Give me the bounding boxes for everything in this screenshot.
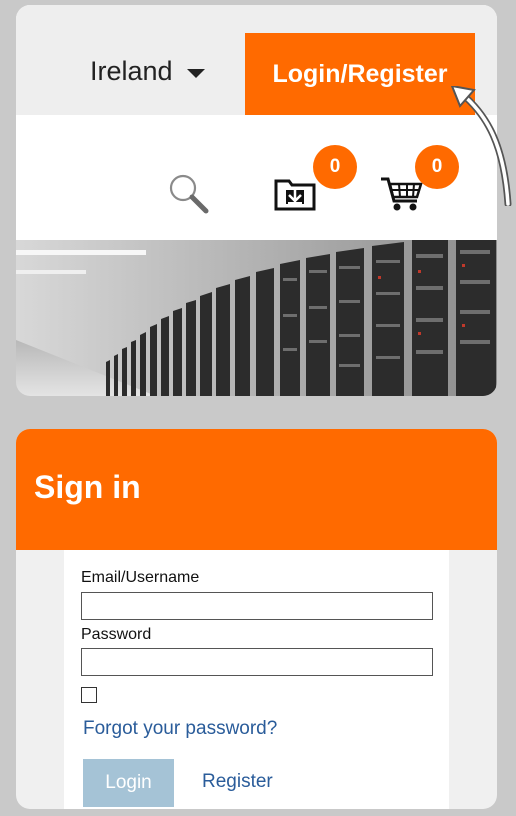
page: Ireland Login/Register 0 0 Sign in Email… [0,0,516,816]
country-selector[interactable]: Ireland [90,56,205,87]
header-bar: Ireland Login/Register [16,5,497,115]
search-icon[interactable] [166,171,212,217]
forgot-password-link[interactable]: Forgot your password? [83,718,277,740]
signin-header: Sign in [16,429,497,550]
country-label: Ireland [90,56,173,86]
login-register-button[interactable]: Login/Register [245,33,475,115]
caret-down-icon [186,69,205,78]
downloads-count-badge: 0 [313,145,357,189]
password-label: Password [81,626,152,643]
annotation-arrow-icon [450,86,512,206]
email-username-input[interactable] [81,592,433,620]
signin-form: Email/Username Password Forgot your pass… [64,550,449,809]
signin-title: Sign in [34,469,141,505]
hero-server-racks-image [16,240,497,396]
icon-toolbar: 0 0 [16,115,497,240]
download-icon[interactable] [274,175,316,211]
signin-card: Sign in Email/Username Password Forgot y… [16,429,497,809]
remember-me-checkbox[interactable] [81,687,97,703]
register-link[interactable]: Register [202,771,273,793]
login-button[interactable]: Login [83,759,174,807]
email-username-label: Email/Username [81,569,200,586]
password-input[interactable] [81,648,433,676]
site-header-card: Ireland Login/Register 0 0 [16,5,497,396]
